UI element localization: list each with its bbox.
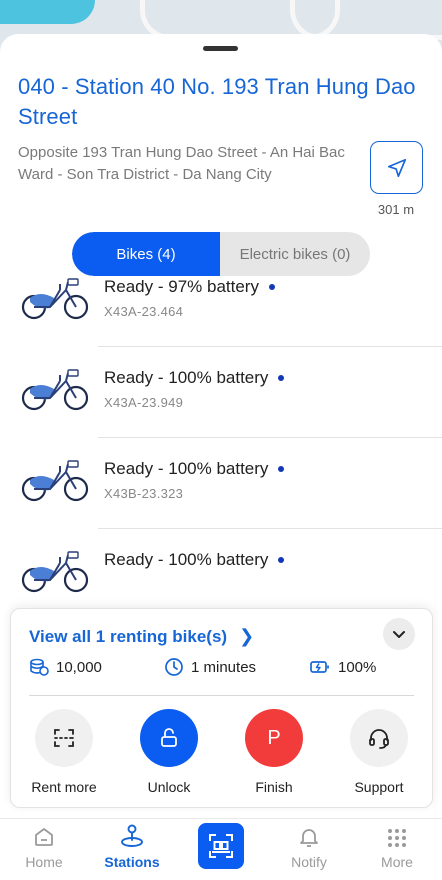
bike-list: Ready - 97% battery X43A-23.464 Ready - …	[0, 256, 442, 620]
action-label: Rent more	[31, 779, 97, 795]
available-dot	[278, 375, 285, 381]
collapse-button[interactable]	[383, 618, 415, 650]
renting-header-text: View all 1 renting bike(s)	[29, 626, 228, 646]
battery-value: 100%	[338, 658, 377, 676]
bike-list-item[interactable]: Ready - 100% battery X43A-23.949	[0, 347, 442, 438]
chevron-right-icon: ❯	[239, 626, 255, 646]
available-dot	[278, 557, 285, 563]
available-dot	[268, 284, 275, 290]
battery-charging-icon	[310, 661, 329, 673]
navigation-arrow-icon	[387, 158, 406, 177]
bike-status-text: Ready - 100% battery	[104, 550, 269, 569]
station-distance: 301 m	[377, 202, 415, 217]
tab-label: Home	[25, 854, 63, 870]
tab-notify[interactable]: Notify	[269, 819, 349, 870]
tab-stations[interactable]: Stations	[92, 819, 172, 870]
coins-icon	[30, 658, 49, 676]
bike-list-item[interactable]: Ready - 100% battery	[0, 529, 442, 620]
bike-status: Ready - 100% battery	[104, 459, 285, 479]
bicycle-icon	[21, 551, 89, 593]
bike-status-text: Ready - 100% battery	[104, 459, 269, 478]
unlock-button[interactable]: Unlock	[119, 709, 219, 795]
renting-card: View all 1 renting bike(s) ❯ 10,000 1 mi…	[10, 608, 433, 808]
view-renting-bikes-link[interactable]: View all 1 renting bike(s) ❯	[29, 626, 254, 647]
bike-status: Ready - 97% battery	[104, 277, 275, 297]
home-icon	[35, 828, 53, 846]
available-dot	[278, 466, 285, 472]
unlock-icon	[140, 709, 198, 767]
navigate-button[interactable]	[370, 141, 423, 194]
finish-button[interactable]: P Finish	[224, 709, 324, 795]
bike-status: Ready - 100% battery	[104, 368, 285, 388]
tab-label: Notify	[291, 854, 327, 870]
scan-icon	[35, 709, 93, 767]
duration-value: 1 minutes	[191, 658, 257, 676]
station-address: Opposite 193 Tran Hung Dao Street - An H…	[18, 144, 345, 183]
divider	[29, 695, 414, 696]
points-value: 10,000	[56, 658, 102, 676]
action-label: Support	[354, 779, 404, 795]
parking-icon: P	[245, 709, 303, 767]
support-button[interactable]: Support	[329, 709, 429, 795]
chevron-down-icon	[393, 631, 405, 638]
clock-icon	[165, 658, 183, 676]
headset-icon	[350, 709, 408, 767]
grid-dots-icon	[388, 829, 406, 847]
bike-status-text: Ready - 97% battery	[104, 277, 259, 296]
bike-code: X43B-23.323	[104, 486, 184, 501]
bike-status: Ready - 100% battery	[104, 550, 285, 570]
bottom-tab-bar: Home Stations Notify More	[0, 818, 442, 880]
bike-status-text: Ready - 100% battery	[104, 368, 269, 387]
qr-scan-icon	[209, 834, 233, 858]
station-title: 040 - Station 40 No. 193 Tran Hung Dao S…	[18, 74, 416, 129]
action-label: Unlock	[147, 779, 191, 795]
bike-code: X43A-23.949	[104, 395, 184, 410]
bicycle-icon	[21, 460, 89, 502]
renting-stats: 10,000 1 minutes 100%	[29, 657, 419, 681]
tab-label: More	[381, 854, 413, 870]
bike-list-item[interactable]: Ready - 97% battery X43A-23.464	[0, 256, 442, 347]
drag-handle[interactable]	[203, 46, 238, 51]
duration-stat: 1 minutes	[164, 657, 256, 677]
rent-more-button[interactable]: Rent more	[14, 709, 114, 795]
bike-list-item[interactable]: Ready - 100% battery X43B-23.323	[0, 438, 442, 529]
bicycle-icon	[21, 278, 89, 320]
map-water	[0, 0, 95, 24]
renting-actions: Rent more Unlock P Finish Support	[11, 709, 434, 799]
station-pin-icon	[121, 824, 143, 847]
points-stat: 10,000	[29, 657, 102, 677]
bike-code: X43A-23.464	[104, 304, 184, 319]
bell-icon	[300, 829, 318, 847]
tab-label: Stations	[104, 854, 160, 870]
tab-home[interactable]: Home	[4, 819, 84, 870]
tab-more[interactable]: More	[357, 819, 437, 870]
battery-stat: 100%	[309, 657, 376, 677]
qr-scan-button[interactable]	[198, 823, 244, 869]
action-label: Finish	[255, 779, 293, 795]
bicycle-icon	[21, 369, 89, 411]
